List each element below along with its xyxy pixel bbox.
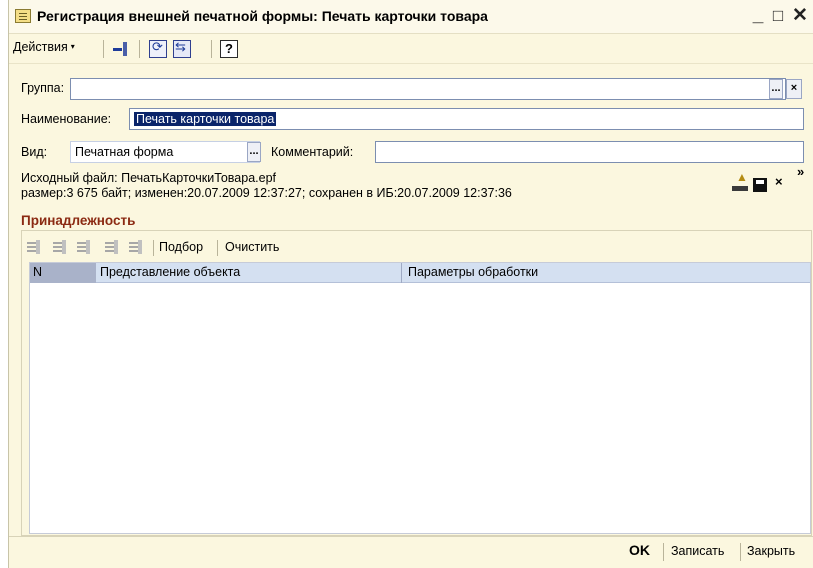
- footer-divider: [740, 543, 741, 561]
- column-header-params[interactable]: Параметры обработки: [404, 263, 704, 283]
- import-file-icon[interactable]: [112, 40, 130, 58]
- kind-field[interactable]: Печатная форма: [70, 141, 260, 163]
- refresh-icon[interactable]: [149, 39, 167, 58]
- close-window-button[interactable]: ✕: [789, 4, 811, 28]
- footer-divider: [663, 543, 664, 561]
- save-file-icon[interactable]: [753, 178, 767, 192]
- pick-button[interactable]: Подбор: [159, 240, 203, 254]
- title-bar: Регистрация внешней печатной формы: Печа…: [9, 0, 813, 34]
- name-field[interactable]: Печать карточки товара: [129, 108, 804, 130]
- belonging-title: Принадлежность: [21, 213, 136, 228]
- form-icon: [15, 9, 31, 23]
- name-field-value: Печать карточки товара: [134, 112, 277, 126]
- chevron-down-icon: ▾: [70, 42, 75, 51]
- main-toolbar: Действия▾ ?: [9, 34, 813, 64]
- group-select-button[interactable]: ...: [769, 79, 783, 99]
- group-clear-button[interactable]: ×: [786, 79, 802, 99]
- comment-field[interactable]: [375, 141, 804, 163]
- actions-menu-label: Действия: [13, 40, 68, 54]
- file-details-text: размер:3 675 байт; изменен:20.07.2009 12…: [21, 186, 512, 200]
- toolbar-divider: [217, 240, 218, 256]
- footer-bar: OK Записать Закрыть: [9, 536, 813, 566]
- maximize-button[interactable]: □: [767, 4, 789, 28]
- table-header: N Представление объекта Параметры обрабо…: [30, 263, 810, 283]
- source-file-text: Исходный файл: ПечатьКарточкиТовара.epf: [21, 171, 277, 185]
- help-icon[interactable]: ?: [220, 40, 238, 58]
- replace-file-icon[interactable]: [173, 39, 191, 58]
- actions-menu[interactable]: Действия ▾: [13, 40, 75, 58]
- sort-descending-icon[interactable]: [129, 240, 145, 254]
- group-label: Группа:: [21, 81, 65, 95]
- comment-label: Комментарий:: [271, 145, 354, 159]
- toolbar-divider: [211, 40, 212, 58]
- column-header-n[interactable]: N: [30, 263, 96, 283]
- column-header-object[interactable]: Представление объекта: [96, 263, 402, 283]
- clear-button[interactable]: Очистить: [225, 240, 279, 254]
- add-row-icon[interactable]: [27, 240, 43, 254]
- name-label: Наименование:: [21, 112, 112, 126]
- group-field[interactable]: [70, 78, 786, 100]
- minimize-button[interactable]: _: [747, 4, 769, 28]
- ok-button[interactable]: OK: [629, 542, 650, 558]
- close-button[interactable]: Закрыть: [747, 544, 795, 558]
- load-file-icon[interactable]: [731, 170, 749, 192]
- table-toolbar: Подбор Очистить: [21, 236, 811, 260]
- more-actions-icon[interactable]: »: [797, 165, 804, 178]
- belonging-table[interactable]: N Представление объекта Параметры обрабо…: [29, 262, 811, 534]
- toolbar-divider: [153, 240, 154, 256]
- toolbar-divider: [103, 40, 104, 58]
- delete-row-icon[interactable]: [77, 240, 93, 254]
- delete-file-icon[interactable]: ×: [775, 174, 783, 189]
- form-window: Регистрация внешней печатной формы: Печа…: [8, 0, 813, 568]
- toolbar-divider: [139, 40, 140, 58]
- save-button[interactable]: Записать: [671, 544, 724, 558]
- copy-row-icon[interactable]: [53, 240, 69, 254]
- kind-label: Вид:: [21, 145, 48, 159]
- kind-select-button[interactable]: ...: [247, 142, 261, 162]
- sort-ascending-icon[interactable]: [105, 240, 121, 254]
- window-title: Регистрация внешней печатной формы: Печа…: [37, 8, 488, 24]
